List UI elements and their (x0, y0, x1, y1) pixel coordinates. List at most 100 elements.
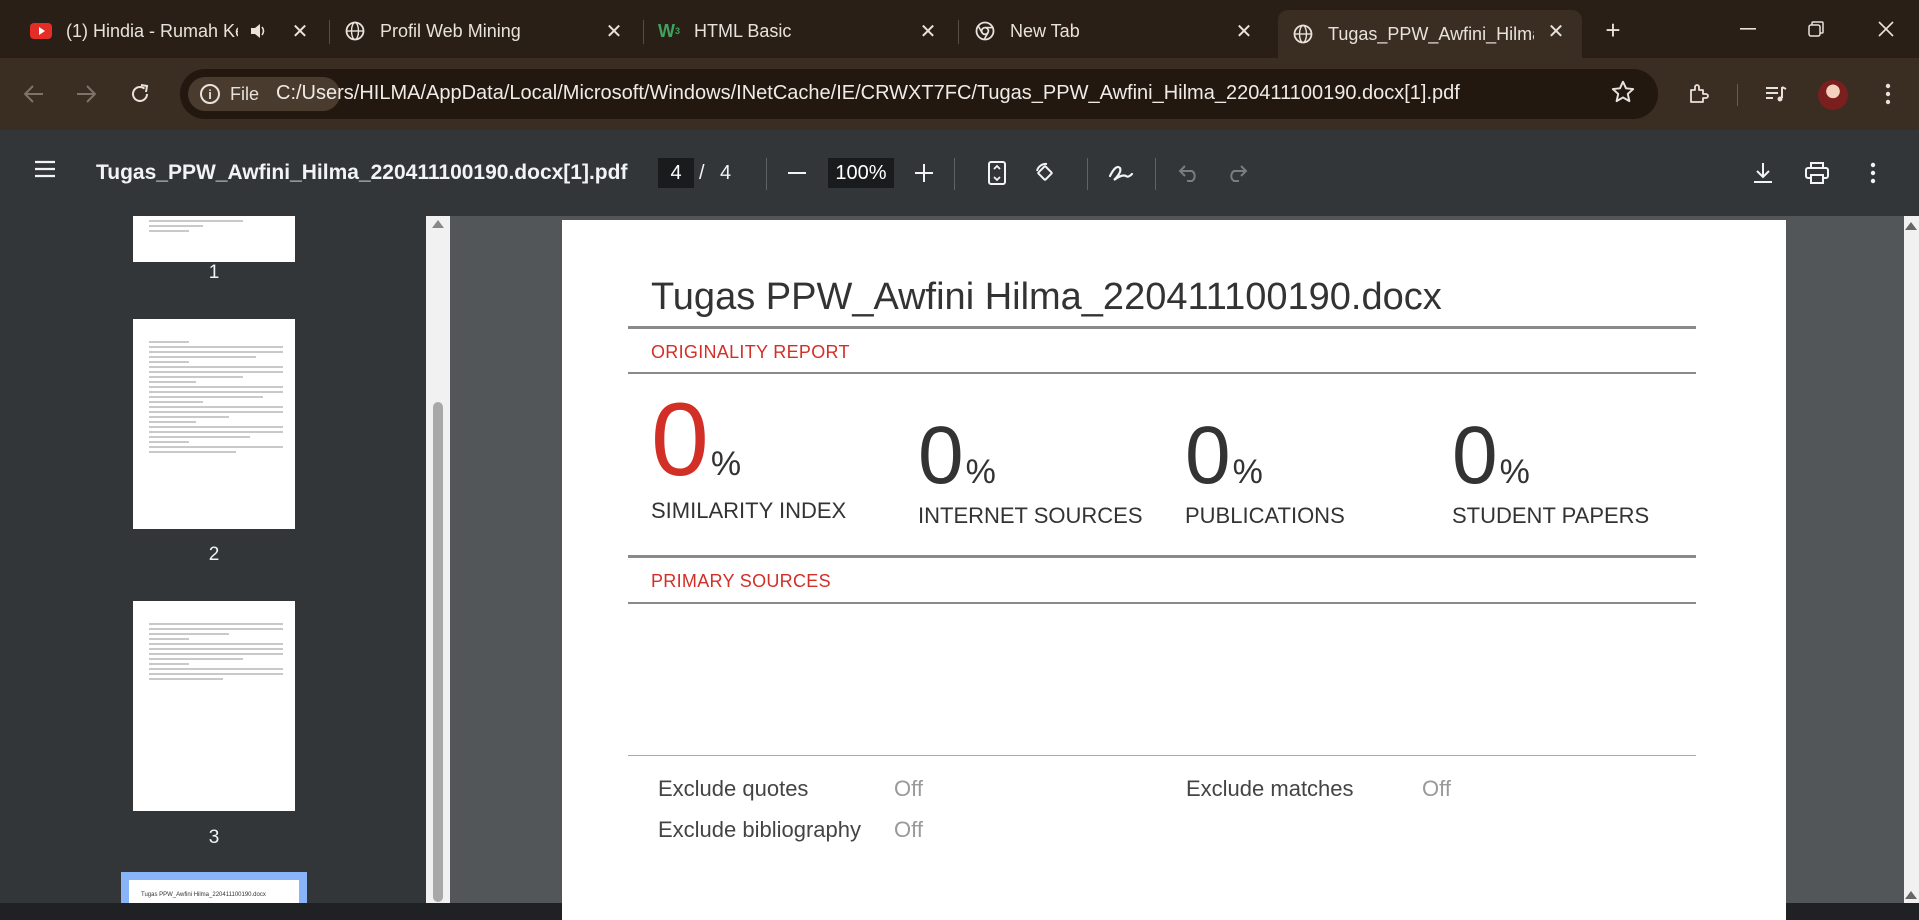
thumbnail-number-3: 3 (208, 827, 220, 848)
page-separator: / (699, 162, 705, 184)
exclude-bibliography-label: Exclude bibliography (658, 817, 862, 842)
fit-page-icon[interactable] (980, 156, 1014, 190)
thumbnail-number-2: 2 (208, 544, 220, 565)
print-icon[interactable] (1800, 156, 1834, 190)
exclude-matches-label: Exclude matches (1186, 776, 1354, 801)
scroll-up-arrow-icon[interactable] (432, 220, 444, 228)
tab-profil-web-mining[interactable]: Profil Web Mining ✕ (330, 10, 640, 52)
tab-html-basic[interactable]: W3 HTML Basic ✕ (644, 10, 954, 52)
toolbar-divider (1737, 84, 1738, 106)
stat-internet-sources: 0% INTERNET SOURCES (918, 415, 1185, 529)
tab-youtube[interactable]: (1) Hindia - Rumah Ke ✕ (16, 10, 326, 52)
restore-icon[interactable] (1796, 14, 1836, 44)
rotate-icon[interactable] (1028, 156, 1062, 190)
scroll-down-arrow-icon[interactable] (1905, 891, 1917, 899)
stat-value: 0 (1452, 410, 1498, 501)
tab-tugas-pdf[interactable]: Tugas_PPW_Awfini_Hilma_ ✕ (1278, 10, 1582, 58)
url-text[interactable]: C:/Users/HILMA/AppData/Local/Microsoft/W… (276, 82, 1460, 105)
tab-title: HTML Basic (694, 20, 792, 41)
zoom-level-input[interactable]: 100% (828, 158, 894, 188)
exclude-bibliography-value: Off (894, 817, 923, 842)
tab-title: Tugas_PPW_Awfini_Hilma_ (1328, 23, 1534, 44)
zoom-out-icon[interactable] (780, 156, 814, 190)
close-tab-icon[interactable]: ✕ (1544, 19, 1568, 43)
thumbnail-number-1: 1 (208, 262, 220, 283)
toolbar-divider (766, 158, 767, 190)
tab-title: New Tab (1010, 20, 1080, 41)
avatar[interactable] (1818, 80, 1848, 110)
undo-icon[interactable] (1172, 156, 1206, 190)
stat-similarity-index: 0% SIMILARITY INDEX (651, 388, 918, 524)
sidebar-menu-icon[interactable] (34, 160, 56, 183)
chrome-icon (974, 20, 996, 42)
tab-title: Profil Web Mining (380, 20, 521, 41)
stat-value: 0 (1185, 410, 1231, 501)
stat-value: 0 (918, 410, 964, 501)
youtube-icon (30, 20, 52, 42)
close-tab-icon[interactable]: ✕ (916, 19, 940, 43)
page-thumbnail-1[interactable] (133, 216, 295, 262)
page-total: 4 (720, 162, 732, 184)
percent-sign: % (965, 453, 996, 491)
toolbar-divider (1155, 158, 1156, 190)
toolbar-divider (1087, 158, 1088, 190)
minimize-icon[interactable] (1728, 14, 1768, 44)
sidebar-scroll-thumb[interactable] (433, 402, 443, 902)
originality-report-heading: ORIGINALITY REPORT (651, 342, 850, 362)
extensions-icon[interactable] (1683, 78, 1715, 110)
close-tab-icon[interactable]: ✕ (288, 19, 312, 43)
media-control-icon[interactable] (1760, 78, 1792, 110)
zoom-in-icon[interactable] (907, 156, 941, 190)
download-icon[interactable] (1746, 156, 1780, 190)
page-number-input[interactable]: 4 (658, 158, 694, 188)
stat-label: STUDENT PAPERS (1452, 503, 1650, 528)
primary-sources-heading: PRIMARY SOURCES (651, 571, 831, 591)
page-thumbnail-3[interactable] (133, 601, 295, 811)
info-icon: i (200, 84, 220, 104)
scroll-up-arrow-icon[interactable] (1905, 222, 1917, 230)
globe-icon (1292, 23, 1314, 45)
exclude-quotes-value: Off (894, 776, 923, 801)
stat-label: INTERNET SOURCES (918, 503, 1143, 528)
address-bar[interactable]: i File C:/Users/HILMA/AppData/Local/Micr… (180, 69, 1658, 119)
page-thumbnail-2[interactable] (133, 319, 295, 529)
sidebar-scrollbar[interactable] (426, 216, 450, 903)
pdf-viewport: Tugas PPW_Awfini Hilma_220411100190.docx… (450, 216, 1904, 920)
thumbnail-4-caption: Tugas PPW_Awfini Hilma_220411100190.docx (141, 892, 266, 898)
globe-icon (344, 20, 366, 42)
stat-label: SIMILARITY INDEX (651, 498, 847, 523)
divider (628, 602, 1696, 604)
stat-publications: 0% PUBLICATIONS (1185, 415, 1452, 529)
divider (628, 755, 1696, 756)
exclude-quotes-label: Exclude quotes (658, 776, 809, 801)
percent-sign: % (710, 445, 742, 483)
close-window-icon[interactable] (1866, 14, 1906, 44)
percent-sign: % (1232, 453, 1263, 491)
more-menu-icon[interactable] (1872, 78, 1904, 110)
forward-icon[interactable] (70, 78, 102, 110)
close-tab-icon[interactable]: ✕ (602, 19, 626, 43)
divider (628, 555, 1696, 558)
close-tab-icon[interactable]: ✕ (1232, 19, 1256, 43)
speaker-icon[interactable] (250, 21, 270, 41)
tab-new-tab[interactable]: New Tab ✕ (960, 10, 1270, 52)
tab-title: (1) Hindia - Rumah Ke (66, 20, 238, 41)
percent-sign: % (1499, 453, 1530, 491)
back-icon[interactable] (18, 78, 50, 110)
browser-toolbar: i File C:/Users/HILMA/AppData/Local/Micr… (0, 58, 1919, 130)
divider (628, 372, 1696, 374)
toolbar-divider (954, 158, 955, 190)
pdf-toolbar: Tugas_PPW_Awfini_Hilma_220411100190.docx… (0, 130, 1919, 216)
pdf-more-icon[interactable] (1856, 156, 1890, 190)
main-scrollbar[interactable] (1904, 216, 1919, 903)
new-tab-button[interactable]: + (1598, 16, 1628, 46)
annotate-icon[interactable] (1104, 156, 1138, 190)
tab-strip: (1) Hindia - Rumah Ke ✕ Profil Web Minin… (0, 0, 1919, 58)
reload-icon[interactable] (124, 78, 156, 110)
redo-icon[interactable] (1220, 156, 1254, 190)
pdf-file-title: Tugas_PPW_Awfini_Hilma_220411100190.docx… (96, 161, 628, 184)
bookmark-star-icon[interactable] (1610, 79, 1636, 110)
page-thumbnail-4[interactable]: Tugas PPW_Awfini Hilma_220411100190.docx (121, 872, 307, 903)
site-info-label: File (230, 83, 260, 104)
report-document-title: Tugas PPW_Awfini Hilma_220411100190.docx (651, 276, 1442, 318)
